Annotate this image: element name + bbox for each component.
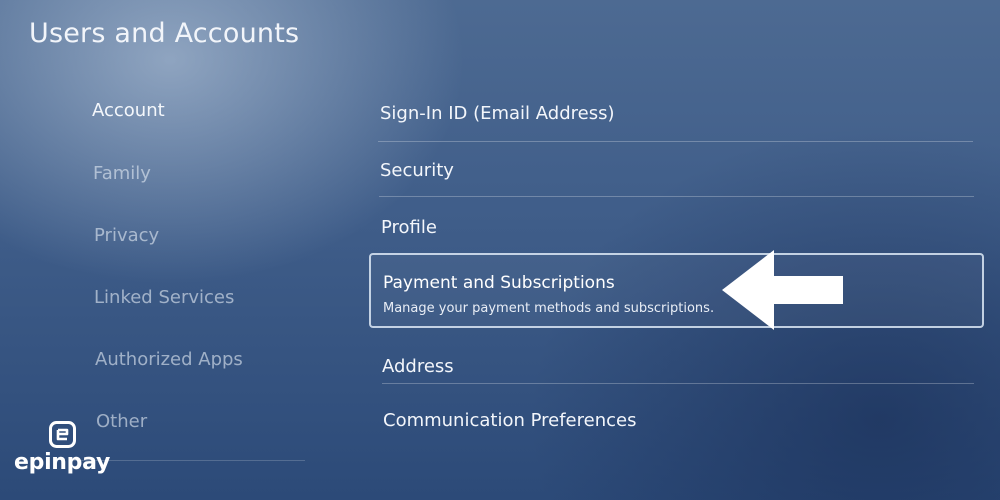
epinpay-watermark: epinpay [12,421,112,481]
menu-item-address[interactable]: Address [382,356,454,377]
menu-item-communication-preferences[interactable]: Communication Preferences [383,410,636,431]
menu-item-profile[interactable]: Profile [381,217,437,238]
sidebar-item-authorized-apps[interactable]: Authorized Apps [95,349,243,370]
left-arrow-icon [722,250,843,330]
account-settings-list: Sign-In ID (Email Address) Security Prof… [360,0,1000,500]
row-divider [382,383,974,384]
menu-item-security[interactable]: Security [380,160,454,181]
ps5-settings-screen: Users and Accounts Account Family Privac… [0,0,1000,500]
sidebar-item-linked-services[interactable]: Linked Services [94,287,234,308]
sidebar-item-privacy[interactable]: Privacy [94,225,159,246]
sidebar-item-account[interactable]: Account [92,100,165,121]
payment-and-subscriptions-description: Manage your payment methods and subscrip… [383,301,715,316]
payment-and-subscriptions-title: Payment and Subscriptions [383,273,615,293]
epinpay-logo-text: epinpay [14,450,111,475]
epinpay-logo-icon [49,421,76,448]
menu-item-sign-in-id[interactable]: Sign-In ID (Email Address) [380,103,614,124]
sidebar-item-family[interactable]: Family [93,163,151,184]
row-divider [379,196,974,197]
row-divider [378,141,973,142]
menu-item-payment-and-subscriptions[interactable]: Payment and Subscriptions Manage your pa… [369,253,984,328]
